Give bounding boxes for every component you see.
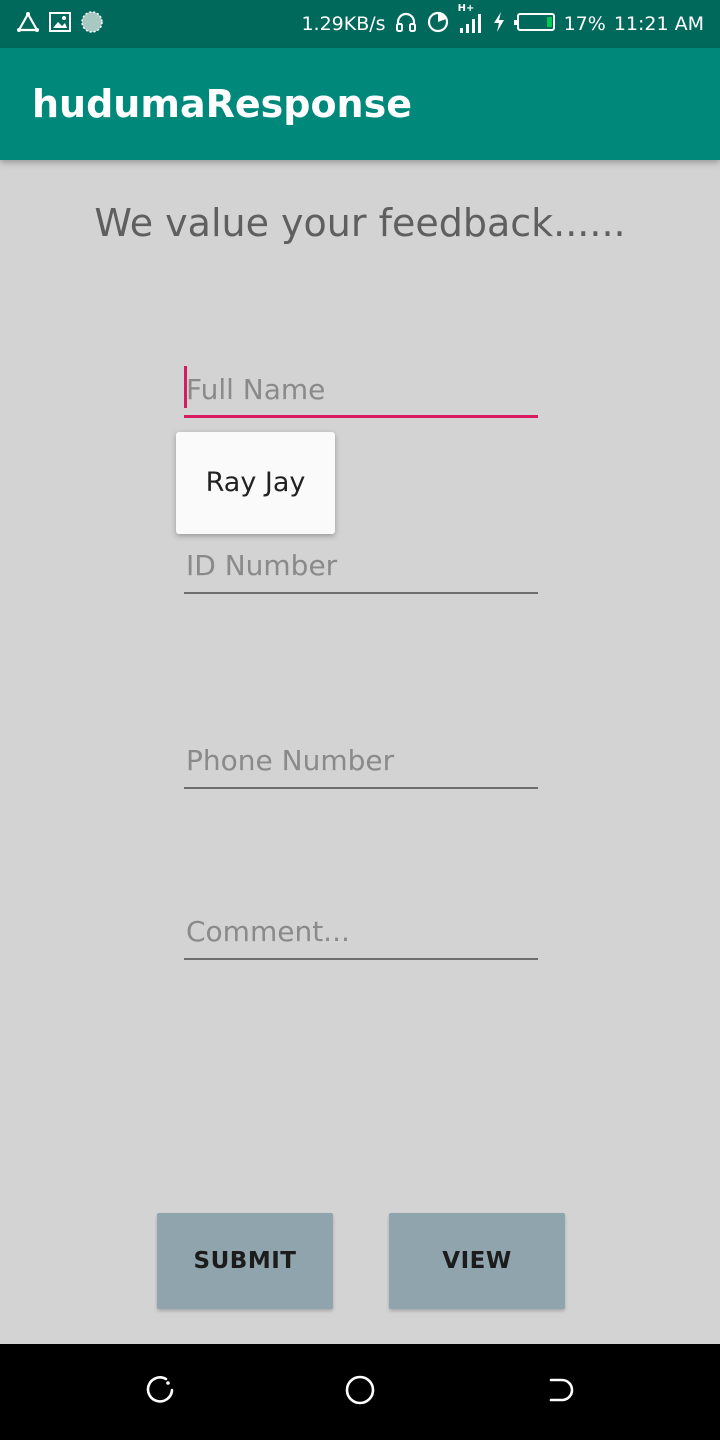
full-name-field[interactable] xyxy=(184,366,538,418)
phone-number-underline xyxy=(184,787,538,789)
data-saver-icon xyxy=(426,10,450,39)
battery-icon xyxy=(513,12,556,37)
autofill-popup: Ray Jay xyxy=(176,432,335,534)
view-button[interactable]: VIEW xyxy=(389,1213,565,1309)
status-bar: 1.29KB/s H+ 17% 11:21 AM xyxy=(0,0,720,48)
clock-time: 11:21 AM xyxy=(613,13,704,35)
autofill-suggestion[interactable]: Ray Jay xyxy=(176,432,335,534)
net-speed: 1.29KB/s xyxy=(301,13,386,35)
full-name-underline xyxy=(184,415,538,418)
comment-underline xyxy=(184,958,538,960)
navigation-bar xyxy=(0,1344,720,1440)
comment-field[interactable] xyxy=(184,908,538,960)
recent-apps-button[interactable] xyxy=(140,1372,180,1412)
phone-number-input[interactable] xyxy=(184,737,538,783)
feedback-headline: We value your feedback...... xyxy=(94,201,626,245)
home-button[interactable] xyxy=(340,1372,380,1412)
id-number-field[interactable] xyxy=(184,542,538,594)
app-title: hudumaResponse xyxy=(32,82,412,126)
id-number-underline xyxy=(184,592,538,594)
status-bar-left xyxy=(16,10,104,38)
id-number-input[interactable] xyxy=(184,542,538,588)
screenshot-icon xyxy=(48,11,72,37)
comment-input[interactable] xyxy=(184,908,538,954)
back-button[interactable] xyxy=(540,1372,580,1412)
home-icon xyxy=(343,1373,377,1411)
app-bar: hudumaResponse xyxy=(0,48,720,160)
back-icon xyxy=(544,1374,576,1410)
battery-percent: 17% xyxy=(563,13,606,35)
text-cursor xyxy=(184,366,187,408)
sync-circle-icon xyxy=(80,10,104,38)
status-bar-right: 1.29KB/s H+ 17% 11:21 AM xyxy=(301,3,704,40)
full-name-input[interactable] xyxy=(184,366,538,412)
submit-button[interactable]: SUBMIT xyxy=(157,1213,333,1309)
headphones-icon xyxy=(394,10,418,39)
phone-number-field[interactable] xyxy=(184,737,538,789)
network-type-label: H+ xyxy=(457,2,475,14)
triangle-warning-icon xyxy=(16,11,40,37)
signal-icon: H+ xyxy=(458,3,484,40)
recent-apps-icon xyxy=(144,1374,176,1410)
charging-bolt-icon xyxy=(492,11,506,38)
